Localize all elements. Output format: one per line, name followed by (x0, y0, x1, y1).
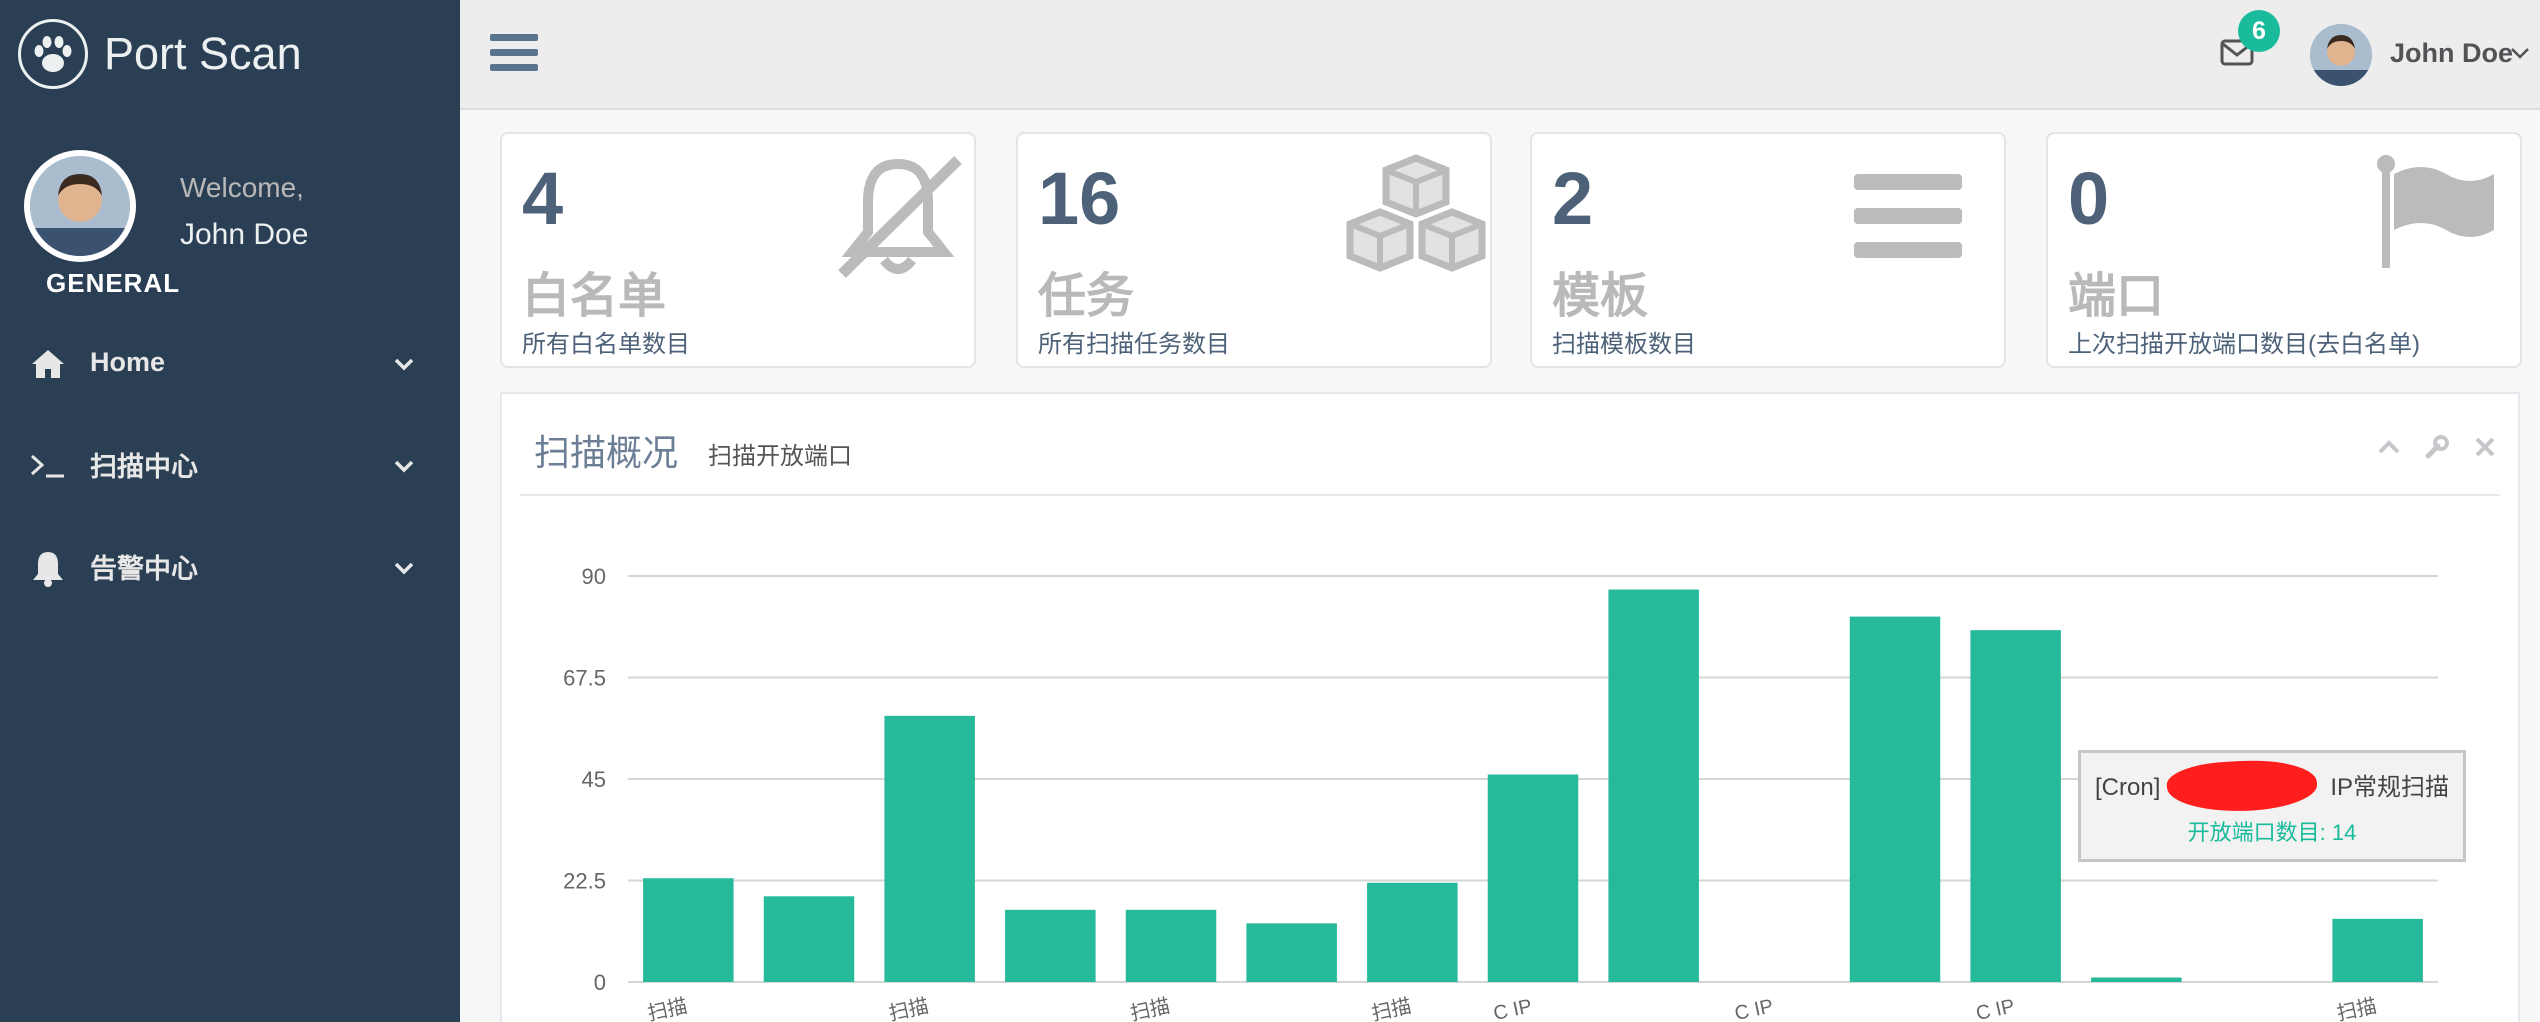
chart-bar[interactable] (1849, 616, 1941, 982)
chart-bar[interactable] (884, 715, 975, 982)
stat-tile-templates: 2 模板 扫描模板数目 (1530, 132, 2006, 368)
stat-label: 任务 (1038, 270, 1135, 323)
brand[interactable]: Port Scan (18, 18, 302, 90)
flag-icon (2377, 155, 2494, 268)
chart-bar[interactable] (763, 896, 855, 982)
cubes-icon (1346, 154, 1486, 272)
sidebar-item-home[interactable]: Home (0, 322, 460, 402)
stat-tile-ports: 0 端口 上次扫描开放端口数目(去白名单) (2046, 132, 2522, 368)
chart-bar[interactable] (2332, 918, 2423, 982)
x-tick-label: 扫描 (1128, 994, 1172, 1022)
stat-description: 上次扫描开放端口数目(去白名单) (2068, 331, 2420, 358)
sidebar: Port Scan Welcome, John Doe GENERAL Home… (0, 0, 460, 1022)
y-tick-label: 45 (582, 767, 606, 792)
bell-slash-icon (838, 156, 962, 278)
chart-bar[interactable] (1608, 589, 1699, 982)
stat-label: 白名单 (522, 270, 667, 323)
top-nav: 6 John Doe (460, 0, 2540, 110)
bar-chart: 0 22.5 45 67.5 90 扫描 扫描 扫描 扫描 C IP C IP C IP 扫描 (563, 564, 2438, 1022)
y-tick-label: 22.5 (563, 869, 606, 894)
chart-bar[interactable] (1487, 774, 1579, 982)
redaction-mark (2165, 757, 2319, 815)
stat-count: 4 (522, 157, 564, 240)
bars-icon (1854, 174, 1962, 258)
sidebar-item-alert-center[interactable]: 告警中心 (0, 526, 460, 606)
chevron-down-icon (394, 562, 414, 575)
scan-overview-panel: 扫描概况 扫描开放端口 0 22.5 45 67.5 90 扫描 扫描 扫描 扫描 C IP C I… (500, 392, 2520, 1022)
stat-description: 扫描模板数目 (1552, 331, 1696, 358)
stat-description: 所有白名单数目 (522, 331, 690, 358)
chart-bar[interactable] (1367, 882, 1458, 982)
stat-tile-tasks: 16 任务 所有扫描任务数目 (1016, 132, 1492, 368)
x-tick-label: 扫描 (887, 994, 931, 1022)
paw-icon (18, 19, 88, 89)
sidebar-item-label: Home (90, 346, 166, 377)
x-tick-label: C IP (1974, 995, 2017, 1022)
x-tick-label: C IP (1491, 995, 1534, 1022)
tooltip-title-prefix: [Cron] (2095, 774, 2161, 801)
section-title: GENERAL (46, 268, 181, 298)
chart-tooltip: [Cron] IP常规扫描 开放端口数目: 14 (2078, 750, 2466, 862)
terminal-icon (30, 454, 64, 478)
stat-label: 端口 (2068, 270, 2165, 323)
chart-bar[interactable] (1005, 909, 1096, 982)
notification-badge[interactable]: 6 (2238, 10, 2280, 52)
stat-count: 16 (1038, 157, 1121, 240)
x-tick-label: 扫描 (645, 994, 689, 1022)
welcome-text: Welcome, (180, 172, 304, 203)
chart-bar[interactable] (1246, 923, 1337, 982)
home-icon (32, 350, 64, 378)
y-tick-label: 67.5 (563, 666, 606, 691)
avatar (24, 150, 136, 262)
x-tick-label: C IP (1733, 995, 1776, 1022)
menu-toggle-icon[interactable] (490, 30, 538, 76)
y-tick-label: 90 (582, 564, 606, 589)
chevron-down-icon (394, 358, 414, 371)
sidebar-item-scan-center[interactable]: 扫描中心 (0, 424, 460, 504)
tooltip-value: 开放端口数目: 14 (2187, 820, 2357, 845)
bell-icon (33, 552, 63, 587)
sidebar-item-label: 告警中心 (90, 553, 198, 584)
chart-bar[interactable] (1970, 630, 2061, 982)
stat-count: 0 (2068, 157, 2110, 240)
sidebar-username: John Doe (180, 218, 309, 251)
user-avatar[interactable] (2310, 24, 2372, 86)
user-menu[interactable]: John Doe (2390, 38, 2513, 69)
stat-count: 2 (1552, 157, 1594, 240)
x-tick-label: 扫描 (1369, 994, 1413, 1022)
app-title: Port Scan (104, 28, 302, 79)
tooltip-title-suffix: IP常规扫描 (2330, 774, 2450, 801)
stat-description: 所有扫描任务数目 (1038, 331, 1230, 358)
chevron-down-icon[interactable] (2510, 46, 2530, 60)
chevron-down-icon (394, 460, 414, 473)
stat-label: 模板 (1552, 270, 1649, 323)
chart-bar[interactable] (643, 878, 734, 982)
chart-bar[interactable] (1125, 909, 1217, 982)
y-tick-label: 0 (594, 970, 606, 995)
stat-tile-whitelist: 4 白名单 所有白名单数目 (500, 132, 976, 368)
chart-bar[interactable] (2091, 977, 2182, 982)
sidebar-item-label: 扫描中心 (90, 451, 198, 482)
x-tick-label: 扫描 (2335, 994, 2379, 1022)
